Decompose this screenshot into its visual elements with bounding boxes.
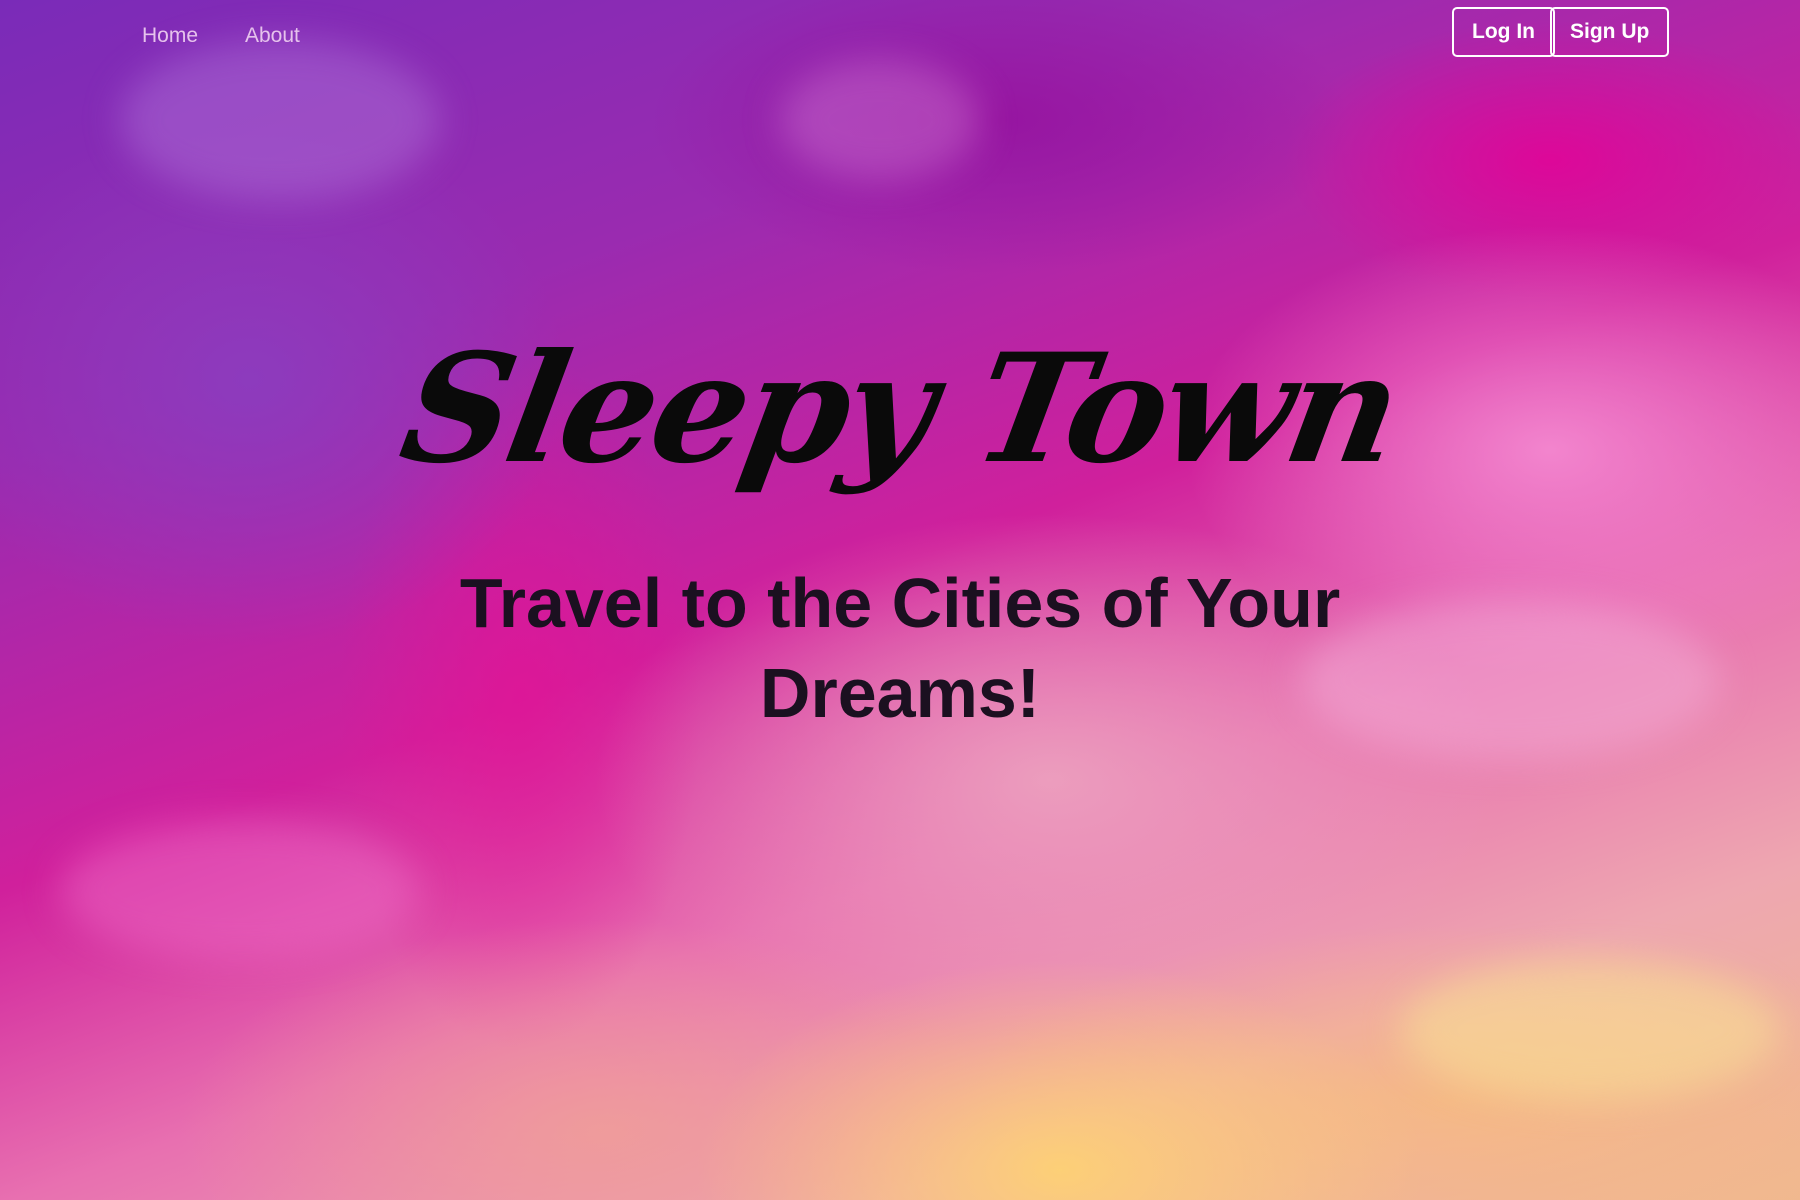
top-navbar: Home About Log In Sign Up (0, 0, 1800, 80)
cloud-shape (60, 820, 420, 960)
signup-button[interactable]: Sign Up (1550, 7, 1670, 57)
site-title: Sleepy Town (389, 320, 1411, 497)
nav-link-about[interactable]: About (245, 24, 300, 48)
login-button[interactable]: Log In (1452, 7, 1555, 57)
nav-link-home[interactable]: Home (142, 24, 198, 48)
cloud-shape (1400, 960, 1780, 1100)
hero-tagline: Travel to the Cities of Your Dreams! (459, 564, 1341, 733)
